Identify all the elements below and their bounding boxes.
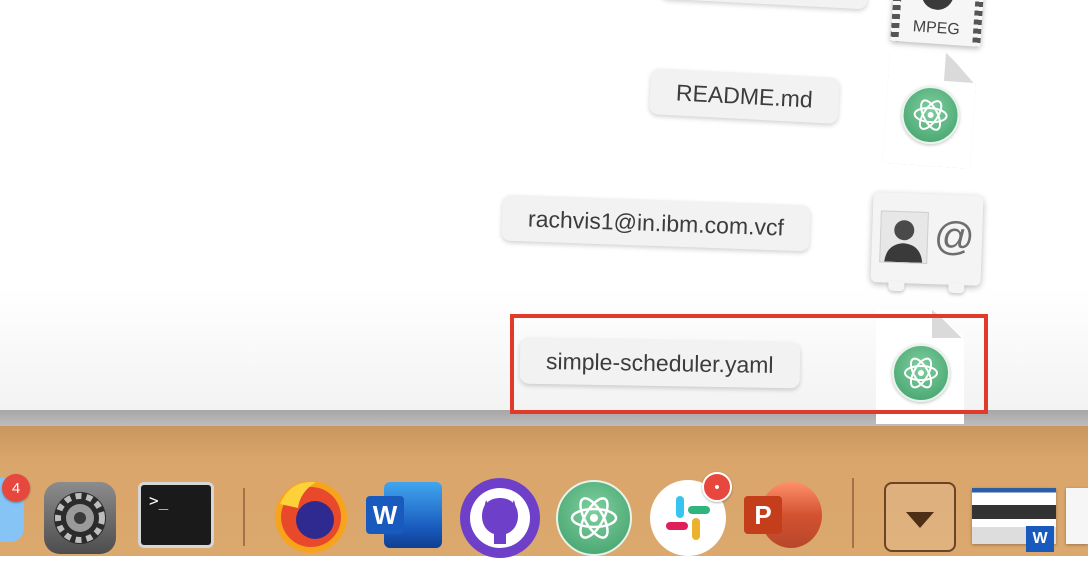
dock-item-word[interactable]: W — [366, 482, 444, 548]
dock: 4 >_ W • P W — [0, 426, 1088, 558]
file-name-label: README.md — [648, 68, 840, 124]
dock-item-firefox[interactable] — [270, 474, 352, 556]
highlight-selection-box — [510, 314, 988, 414]
person-silhouette-icon — [879, 210, 929, 265]
word-letter: W — [366, 496, 404, 534]
dock-item-downloads-stack[interactable] — [884, 482, 956, 552]
dock-item-github-desktop[interactable] — [460, 478, 540, 558]
notification-badge: • — [702, 472, 732, 502]
chevron-down-icon — [906, 512, 934, 528]
dock-item-terminal[interactable]: >_ — [138, 482, 214, 548]
stack-item-mpeg[interactable]: MPEG — [890, 0, 988, 49]
github-octocat-icon — [470, 488, 530, 548]
at-symbol: @ — [933, 214, 976, 260]
word-badge-icon: W — [1026, 526, 1054, 552]
gear-icon — [54, 492, 106, 544]
terminal-prompt: >_ — [149, 491, 169, 510]
dock-item-powerpoint[interactable]: P — [744, 482, 824, 552]
firefox-icon — [275, 481, 347, 553]
dock-separator — [852, 478, 854, 548]
dock-item-system-preferences[interactable] — [44, 482, 116, 554]
dock-separator — [243, 488, 245, 546]
dock-item-thumbnail-partial[interactable] — [1066, 488, 1088, 544]
contact-card-icon: @ — [870, 192, 984, 294]
notification-badge: 4 — [2, 474, 30, 502]
dock-item-document-thumbnail[interactable]: W — [972, 488, 1056, 552]
mpeg-label: MPEG — [912, 18, 961, 39]
atom-icon — [570, 497, 618, 539]
video-file-icon: MPEG — [890, 0, 984, 47]
powerpoint-letter: P — [744, 496, 782, 534]
dock-item-atom[interactable] — [556, 480, 632, 556]
